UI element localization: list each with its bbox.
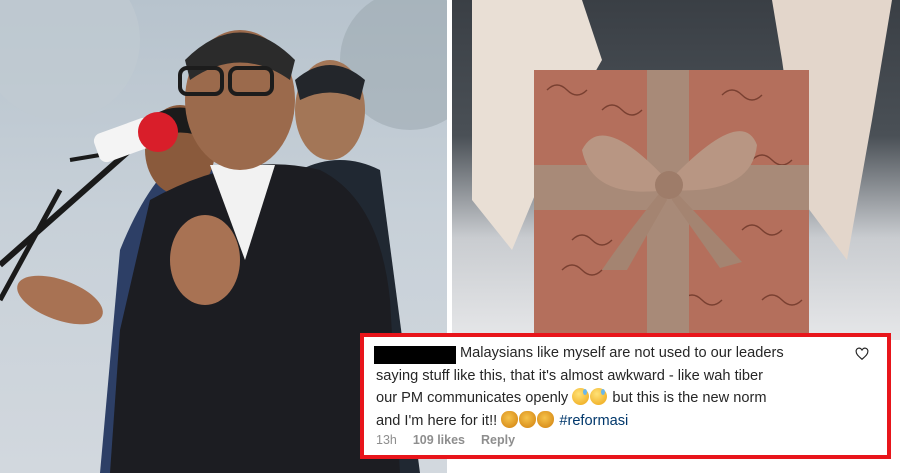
clapping-hands-emoji <box>501 410 519 428</box>
hashtag-link[interactable]: #reformasi <box>559 413 628 429</box>
comment-line-3b: but this is the new norm <box>612 390 767 406</box>
comment-time: 13h <box>376 433 397 447</box>
comment-line-3: our PM communicates openly <box>376 390 569 406</box>
reply-button[interactable]: Reply <box>481 433 515 447</box>
clapping-hands-emoji <box>519 410 537 428</box>
comment-line-1: Malaysians like myself are not used to o… <box>460 345 784 361</box>
like-count[interactable]: 109 likes <box>413 433 465 447</box>
comment-meta: 13h 109 likes Reply <box>376 433 515 447</box>
instagram-comment-card: Malaysians like myself are not used to o… <box>360 333 891 459</box>
sweat-smile-emoji <box>572 388 590 405</box>
gift-box-illustration <box>472 0 892 335</box>
sweat-smile-emoji <box>590 388 608 405</box>
comment-line-2: saying stuff like this, that it's almost… <box>376 367 763 384</box>
comment-line-4: and I'm here for it!! <box>376 412 498 429</box>
comment-body: Malaysians like myself are not used to o… <box>376 342 854 432</box>
heart-icon[interactable] <box>855 347 869 361</box>
gift-photo <box>452 0 900 340</box>
clapping-hands-emoji <box>537 410 555 428</box>
